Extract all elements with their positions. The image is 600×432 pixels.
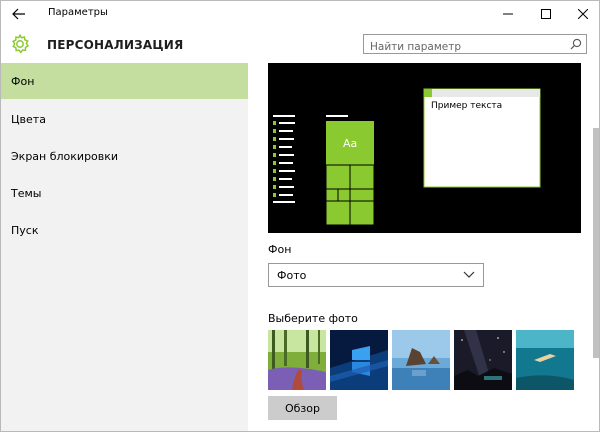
search-icon[interactable]	[570, 38, 582, 50]
maximize-icon	[541, 9, 551, 19]
settings-window: Параметры ПЕРСОНАЛИЗАЦИЯ Найти параметр …	[0, 0, 600, 432]
search-box[interactable]	[363, 34, 587, 55]
browse-button[interactable]: Обзор	[268, 396, 337, 420]
content-pane: Aa Пример текста Фон Фото Выберите фото	[248, 63, 599, 431]
maximize-button[interactable]	[531, 1, 561, 27]
scrollbar-thumb[interactable]	[593, 128, 599, 358]
sidebar-item-label: Экран блокировки	[11, 149, 119, 163]
close-icon	[578, 9, 588, 19]
content-scrollbar[interactable]	[592, 63, 599, 431]
close-button[interactable]	[568, 1, 598, 27]
chevron-down-icon	[463, 271, 475, 278]
minimize-button[interactable]	[493, 1, 523, 27]
page-header: ПЕРСОНАЛИЗАЦИЯ	[1, 27, 599, 63]
background-label: Фон	[268, 243, 292, 256]
gear-icon	[12, 33, 30, 54]
sidebar-item-label: Фон	[11, 74, 35, 88]
sidebar-item-label: Темы	[11, 186, 42, 200]
beach-rocks-photo[interactable]	[392, 330, 450, 390]
start-menu-preview	[273, 88, 541, 226]
sample-text: Пример текста	[431, 101, 503, 111]
night-sky-photo[interactable]	[454, 330, 512, 390]
sidebar-item-label: Цвета	[11, 112, 46, 126]
desktop-preview: Aa Пример текста	[268, 63, 581, 233]
sidebar-item-colors[interactable]: Цвета	[1, 101, 248, 137]
tile-label: Aa	[343, 137, 358, 150]
sidebar: Фон Цвета Экран блокировки Темы Пуск	[1, 63, 248, 431]
search-input[interactable]	[370, 39, 566, 55]
sidebar-item-lock-screen[interactable]: Экран блокировки	[1, 138, 248, 174]
sidebar-item-background[interactable]: Фон	[1, 63, 248, 99]
title-bar: Параметры	[1, 1, 599, 27]
sidebar-item-start[interactable]: Пуск	[1, 212, 248, 248]
choose-photo-label: Выберите фото	[268, 312, 358, 325]
back-arrow-icon	[12, 8, 25, 20]
background-selected-value: Фото	[277, 268, 307, 282]
sidebar-item-label: Пуск	[11, 223, 39, 237]
windows-logo-photo[interactable]	[330, 330, 388, 390]
minimize-icon	[503, 13, 513, 15]
window-title: Параметры	[48, 7, 108, 18]
background-dropdown[interactable]: Фото	[268, 263, 484, 287]
photo-thumbnails	[268, 330, 578, 390]
page-title: ПЕРСОНАЛИЗАЦИЯ	[47, 38, 184, 52]
back-button[interactable]	[1, 1, 37, 27]
underwater-diver-photo[interactable]	[516, 330, 574, 390]
forest-path-photo[interactable]	[268, 330, 326, 390]
sidebar-item-themes[interactable]: Темы	[1, 175, 248, 211]
